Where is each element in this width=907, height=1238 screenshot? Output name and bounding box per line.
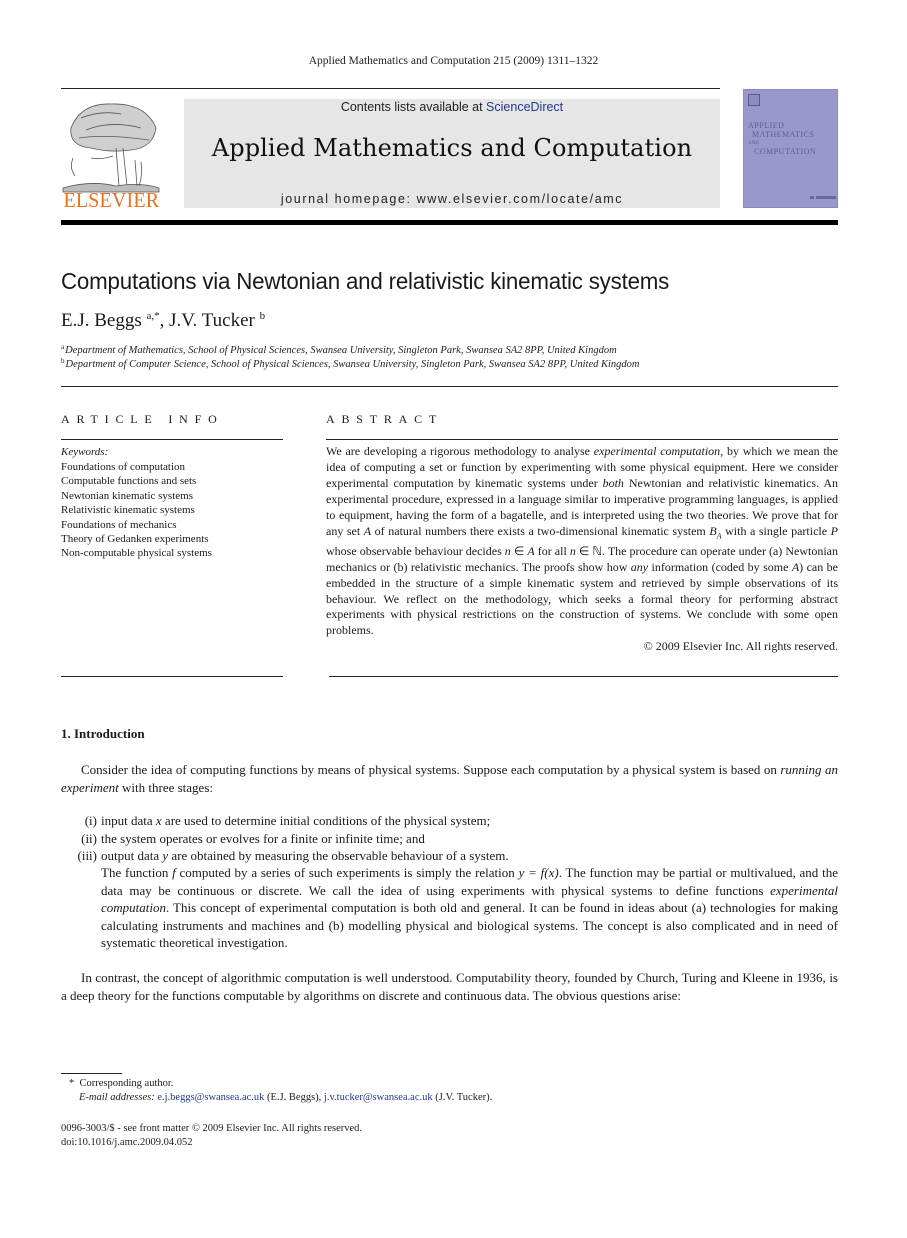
author-sup[interactable]: b xyxy=(260,310,266,322)
author-separator: , xyxy=(159,310,170,331)
doi-line[interactable]: doi:10.1016/j.amc.2009.04.052 xyxy=(61,1137,193,1148)
section-heading: 1. Introduction xyxy=(61,726,145,741)
author-list: E.J. Beggs a,*, J.V. Tucker b xyxy=(61,310,265,332)
contents-prefix: Contents lists available at xyxy=(340,100,487,114)
article-info-heading: ARTICLE INFO xyxy=(61,412,224,426)
email-link[interactable]: j.v.tucker@swansea.ac.uk xyxy=(324,1092,433,1103)
cover-emblem-icon xyxy=(748,94,760,106)
keyword-item: Theory of Gedanken experiments xyxy=(61,533,209,546)
cover-title-line: COMPUTATION xyxy=(754,147,817,156)
cover-title-line: AND xyxy=(748,141,759,146)
abstract-rule xyxy=(326,439,838,440)
text-run: Consider the idea of computing functions… xyxy=(81,762,781,777)
keyword-item: Relativistic kinematic systems xyxy=(61,504,195,517)
keyword-list: Foundations of computation Computable fu… xyxy=(61,460,212,561)
emphasis: experimental computation xyxy=(593,444,721,458)
journal-title: Applied Mathematics and Computation xyxy=(211,134,693,162)
text-run: with a single particle xyxy=(721,523,831,538)
abstract-heading: ABSTRACT xyxy=(326,412,444,426)
section-divider xyxy=(61,386,838,387)
footnote-emails: E-mail addresses: e.j.beggs@swansea.ac.u… xyxy=(79,1092,492,1103)
keyword-item: Foundations of mechanics xyxy=(61,518,177,531)
affiliation: bDepartment of Computer Science, School … xyxy=(61,357,640,370)
cover-title-line: MATHEMATICS xyxy=(752,130,815,139)
cover-title-line: APPLIED xyxy=(748,121,785,130)
stage-number: (i) xyxy=(84,813,97,828)
header-top-rule xyxy=(61,88,720,89)
author-sup[interactable]: a,* xyxy=(147,310,160,322)
stage-item: (i) input data x are used to determine in… xyxy=(61,812,838,830)
stage-list: (i) input data x are used to determine in… xyxy=(61,812,838,865)
abstract-copyright: © 2009 Elsevier Inc. All rights reserved… xyxy=(643,639,838,654)
text-run: of natural numbers there exists a two-di… xyxy=(371,523,710,538)
text-run: information (coded by some xyxy=(648,559,792,574)
math-var: P xyxy=(830,523,838,538)
stage-number: (ii) xyxy=(81,830,97,846)
publisher-name: ELSEVIER xyxy=(63,188,160,212)
text-run: with three stages: xyxy=(118,779,213,795)
emphasis: both xyxy=(602,475,624,490)
text-run: . This concept of experimental computati… xyxy=(101,900,838,950)
text-run: (J.V. Tucker). xyxy=(432,1092,493,1103)
text-run: input data xyxy=(101,813,156,828)
intro-paragraph: In contrast, the concept of algorithmic … xyxy=(61,970,838,1003)
keywords-label: Keywords: xyxy=(61,446,109,458)
footnote-text: Corresponding author. xyxy=(79,1078,174,1089)
stage-number: (iii) xyxy=(77,848,98,863)
article-info-rule xyxy=(61,439,283,440)
affiliation: aDepartment of Mathematics, School of Ph… xyxy=(61,343,617,356)
author-name: E.J. Beggs xyxy=(61,310,142,331)
running-head: Applied Mathematics and Computation 215 … xyxy=(308,55,599,67)
keyword-item: Non-computable physical systems xyxy=(61,547,212,560)
text-run: We are developing a rigorous methodology… xyxy=(326,444,594,458)
text-run: are used to determine initial conditions… xyxy=(161,813,491,828)
article-title: Computations via Newtonian and relativis… xyxy=(61,268,670,294)
affiliation-sup: a xyxy=(61,343,65,351)
affiliation-text: Department of Mathematics, School of Phy… xyxy=(65,345,617,356)
math-var: B xyxy=(709,523,717,538)
math-equation: y = f(x) xyxy=(518,865,559,880)
text-run: for all xyxy=(534,543,570,558)
affiliation-sup: b xyxy=(61,357,65,365)
keyword-item: Newtonian kinematic systems xyxy=(61,489,193,502)
contents-line: Contents lists available at ScienceDirec… xyxy=(184,100,720,114)
author-name: J.V. Tucker xyxy=(169,310,255,331)
keyword-item: Foundations of computation xyxy=(61,461,186,473)
email-link[interactable]: e.j.beggs@swansea.ac.uk xyxy=(157,1092,264,1103)
footnote-marker: * xyxy=(69,1078,75,1089)
intro-paragraph: The function f computed by a series of s… xyxy=(101,864,838,952)
header-thick-rule xyxy=(61,220,838,225)
text-run: whose observable behaviour decides xyxy=(326,543,505,558)
text-run: output data xyxy=(101,848,163,863)
issn-line: 0096-3003/$ - see front matter © 2009 El… xyxy=(61,1123,363,1134)
sciencedirect-link[interactable]: ScienceDirect xyxy=(486,100,563,114)
stage-item: (iii) output data y are obtained by measu… xyxy=(61,847,838,865)
stage-item: (ii) the system operates or evolves for a… xyxy=(61,830,838,848)
text-run: (E.J. Beggs), xyxy=(264,1092,324,1103)
abstract-bottom-rule xyxy=(329,676,838,677)
article-info-bottom-rule xyxy=(61,676,283,677)
footnote-corresponding: * Corresponding author. xyxy=(69,1078,173,1089)
intro-paragraph: Consider the idea of computing functions… xyxy=(61,761,838,796)
affiliation-text: Department of Computer Science, School o… xyxy=(65,359,640,370)
email-label: E-mail addresses: xyxy=(79,1092,155,1103)
keyword-item: Computable functions and sets xyxy=(61,475,197,488)
text-run: are obtained by measuring the observable… xyxy=(168,848,509,863)
cover-publisher-icon xyxy=(810,196,836,199)
journal-homepage[interactable]: journal homepage: www.elsevier.com/locat… xyxy=(184,192,720,206)
math-var: A xyxy=(527,543,535,558)
text-run: The function xyxy=(101,865,173,880)
emphasis: any xyxy=(630,559,649,574)
text-run: ∈ xyxy=(510,543,528,558)
footnote-rule xyxy=(61,1073,122,1074)
text-run: the system operates or evolves for a fin… xyxy=(101,830,425,846)
text-run: computed by a series of such experiments… xyxy=(175,865,519,880)
abstract-text: We are developing a rigorous methodology… xyxy=(326,444,838,655)
